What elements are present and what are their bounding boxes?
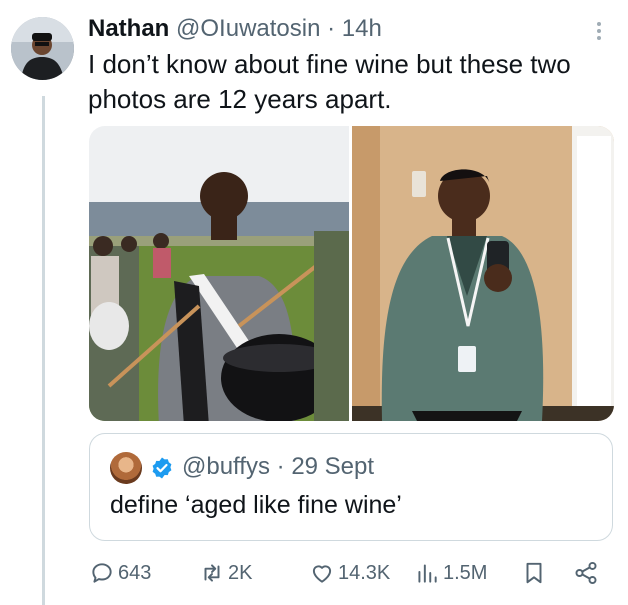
tweet-time[interactable]: 14h xyxy=(342,15,382,42)
quoted-tweet[interactable]: @buffys · 29 Sept define ‘aged like fine… xyxy=(89,433,613,541)
views-button[interactable]: 1.5M xyxy=(414,556,487,590)
thread-line xyxy=(42,96,45,605)
tweet-photo-1[interactable] xyxy=(89,126,349,421)
more-options-icon[interactable] xyxy=(590,22,608,44)
share-button[interactable] xyxy=(573,556,602,590)
analytics-icon xyxy=(418,564,437,583)
reply-count: 643 xyxy=(118,561,152,584)
like-button[interactable]: 14.3K xyxy=(309,556,390,590)
author-handle[interactable]: @OIuwatosin xyxy=(176,15,320,42)
view-count: 1.5M xyxy=(443,561,488,584)
retweet-button[interactable]: 2K xyxy=(199,556,252,590)
tweet-header: Nathan @OIuwatosin · 14h xyxy=(88,14,382,44)
quoted-date[interactable]: 29 Sept xyxy=(291,453,374,480)
heart-icon xyxy=(312,565,332,583)
quoted-author-avatar[interactable] xyxy=(110,452,142,484)
tweet-text: I don’t know about fine wine but these t… xyxy=(88,49,571,114)
share-icon xyxy=(575,561,597,585)
quoted-separator: · xyxy=(276,453,285,480)
author-avatar[interactable] xyxy=(11,17,74,80)
quoted-tweet-text: define ‘aged like fine wine’ xyxy=(110,491,402,519)
verified-badge-icon xyxy=(152,457,172,479)
quoted-author-handle[interactable]: @buffys xyxy=(182,453,270,480)
retweet-icon xyxy=(204,564,220,582)
author-name[interactable]: Nathan xyxy=(88,15,169,42)
bookmark-icon xyxy=(526,562,542,584)
like-count: 14.3K xyxy=(338,561,391,584)
separator-dot: · xyxy=(327,15,336,42)
tweet-actions: 643 2K 14.3K 1.5M xyxy=(89,556,609,590)
retweet-count: 2K xyxy=(228,561,253,584)
tweet-photo-2[interactable] xyxy=(352,126,614,421)
bookmark-button[interactable] xyxy=(521,556,550,590)
reply-button[interactable]: 643 xyxy=(89,556,151,590)
reply-icon xyxy=(92,563,112,583)
